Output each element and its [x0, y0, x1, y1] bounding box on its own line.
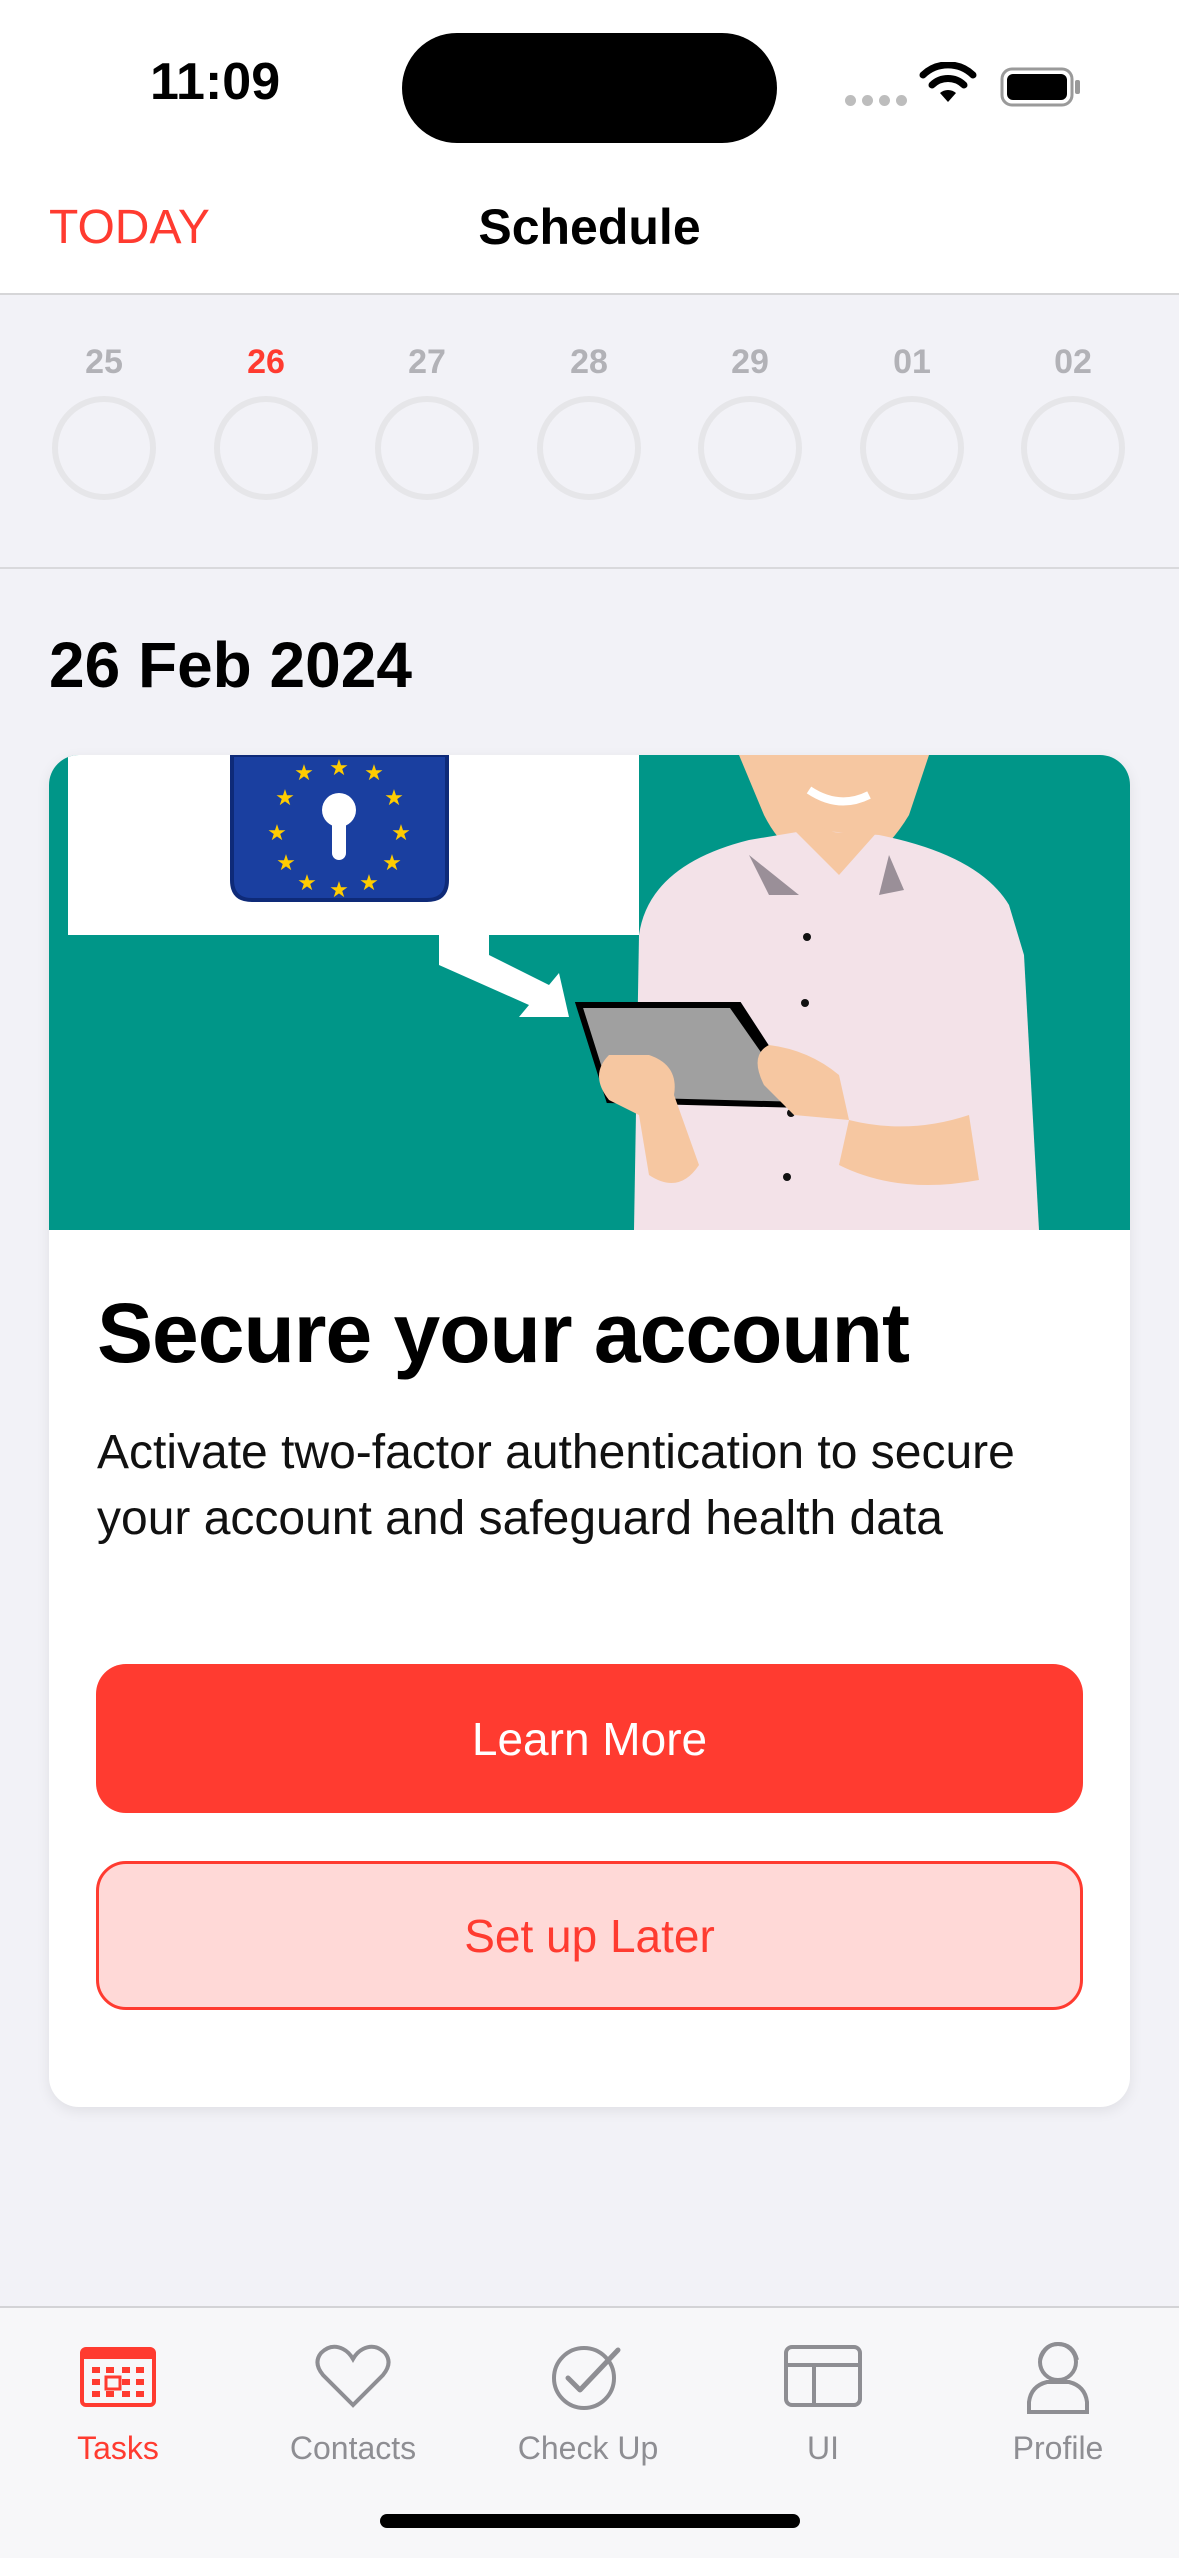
status-time: 11:09	[150, 53, 281, 111]
svg-text:★: ★	[391, 821, 411, 846]
svg-text:★: ★	[329, 878, 349, 903]
day-number: 02	[1054, 343, 1092, 381]
svg-text:★: ★	[267, 821, 287, 846]
secure-account-card: ★ ★ ★ ★ ★ ★ ★ ★ ★ ★ ★ ★ Secure your acco…	[49, 755, 1130, 2107]
day-item[interactable]: 26	[208, 340, 324, 500]
eu-lock-icon: ★ ★ ★ ★ ★ ★ ★ ★ ★ ★ ★ ★	[230, 755, 449, 903]
person-icon	[1027, 2341, 1089, 2414]
tab-check-up[interactable]: Check Up	[488, 2326, 688, 2467]
status-bar: 11:09	[0, 0, 1179, 170]
home-indicator	[380, 2514, 800, 2528]
learn-more-button[interactable]: Learn More	[96, 1664, 1083, 1813]
cellular-signal-icon	[845, 95, 907, 106]
day-number: 29	[731, 343, 769, 381]
day-progress-ring	[375, 396, 479, 500]
tab-label: Check Up	[517, 2430, 659, 2466]
day-number: 25	[85, 343, 123, 381]
day-number: 26	[247, 343, 285, 381]
day-item[interactable]: 27	[369, 340, 485, 500]
tab-label: Tasks	[77, 2430, 159, 2466]
wifi-icon	[919, 62, 977, 102]
tab-label: Contacts	[289, 2430, 417, 2466]
day-item[interactable]: 02	[1015, 340, 1131, 500]
day-item[interactable]: 01	[854, 340, 970, 500]
day-item[interactable]: 28	[531, 340, 647, 500]
day-item[interactable]: 29	[692, 340, 808, 500]
tab-contacts[interactable]: Contacts	[253, 2326, 453, 2467]
page-title: Schedule	[478, 199, 701, 255]
security-illustration: ★ ★ ★ ★ ★ ★ ★ ★ ★ ★ ★ ★	[49, 755, 1130, 1230]
date-heading: 26 Feb 2024	[49, 629, 412, 701]
heart-icon	[315, 2344, 391, 2408]
checkmark-seal-icon	[552, 2346, 621, 2410]
card-title: Secure your account	[97, 1286, 910, 1380]
tab-tasks[interactable]: Tasks	[18, 2326, 218, 2467]
layout-icon	[784, 2345, 862, 2407]
day-progress-ring	[698, 396, 802, 500]
day-progress-ring	[1021, 396, 1125, 500]
tab-ui[interactable]: UI	[723, 2326, 923, 2467]
day-strip: 25 26 27 28 29 01 02	[0, 295, 1179, 569]
svg-text:★: ★	[275, 786, 295, 811]
day-number: 28	[570, 343, 608, 381]
day-item[interactable]: 25	[46, 340, 162, 500]
day-number: 27	[408, 343, 446, 381]
dynamic-island	[402, 33, 777, 143]
day-progress-ring	[52, 396, 156, 500]
navigation-bar: TODAY Schedule	[0, 170, 1179, 295]
card-description: Activate two-factor authentication to se…	[97, 1426, 1015, 1545]
tab-profile[interactable]: Profile	[958, 2326, 1158, 2467]
set-up-later-button[interactable]: Set up Later	[96, 1861, 1083, 2010]
day-progress-ring	[860, 396, 964, 500]
svg-text:★: ★	[384, 786, 404, 811]
svg-text:★: ★	[329, 756, 349, 781]
svg-text:★: ★	[382, 851, 402, 876]
day-number: 01	[893, 343, 931, 381]
tab-label: UI	[807, 2430, 839, 2466]
svg-text:★: ★	[276, 851, 296, 876]
day-progress-ring	[537, 396, 641, 500]
svg-text:★: ★	[364, 761, 384, 786]
tab-label: Profile	[1012, 2430, 1104, 2466]
svg-text:★: ★	[359, 871, 379, 896]
day-progress-ring	[214, 396, 318, 500]
battery-icon	[1000, 67, 1080, 107]
svg-text:★: ★	[294, 761, 314, 786]
svg-text:★: ★	[297, 871, 317, 896]
calendar-icon	[80, 2347, 156, 2407]
